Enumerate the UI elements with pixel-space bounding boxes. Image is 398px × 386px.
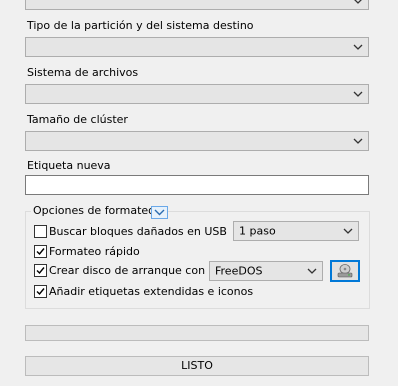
checkmark-icon [36, 267, 45, 275]
status-bar: LISTO [25, 356, 369, 376]
status-text: LISTO [181, 359, 213, 372]
quick-format-checkbox[interactable] [34, 245, 47, 258]
quick-format-label: Formateo rápido [49, 245, 140, 258]
disk-drive-icon [337, 264, 353, 278]
device-select[interactable] [25, 0, 369, 10]
checkmark-icon [36, 288, 45, 296]
bad-blocks-label: Buscar bloques dañados en USB [49, 225, 227, 238]
chevron-down-icon [353, 138, 363, 144]
progress-bar [25, 325, 369, 341]
bootable-checkbox[interactable] [34, 264, 47, 277]
bootable-label: Crear disco de arranque con [49, 264, 206, 277]
file-system-select[interactable] [25, 84, 369, 104]
boot-type-select[interactable]: FreeDOS [209, 261, 323, 281]
boot-type-value: FreeDOS [215, 264, 263, 278]
chevron-down-icon [353, 91, 363, 97]
cluster-size-select[interactable] [25, 131, 369, 151]
bad-blocks-passes-select[interactable]: 1 paso [233, 221, 359, 241]
extended-labels-label: Añadir etiquetas extendidas e iconos [49, 285, 254, 298]
bad-blocks-checkbox[interactable] [34, 225, 47, 238]
volume-label-label: Etiqueta nueva [27, 159, 111, 172]
partition-scheme-label: Tipo de la partición y del sistema desti… [27, 19, 254, 32]
chevron-down-icon [343, 228, 353, 234]
bad-blocks-passes-value: 1 paso [239, 224, 276, 238]
chevron-down-icon [354, 0, 362, 4]
volume-label-input[interactable] [25, 175, 369, 195]
cluster-size-label: Tamaño de clúster [27, 113, 128, 126]
extended-labels-checkbox[interactable] [34, 285, 47, 298]
chevron-down-icon [353, 44, 363, 50]
chevron-down-icon [154, 209, 165, 216]
chevron-down-icon [307, 268, 317, 274]
format-options-toggle[interactable] [151, 206, 168, 219]
file-system-label: Sistema de archivos [27, 66, 139, 79]
partition-scheme-select[interactable] [25, 37, 369, 57]
checkmark-icon [36, 248, 45, 256]
format-options-title: Opciones de formateo [31, 204, 157, 217]
select-image-button[interactable] [330, 260, 360, 282]
